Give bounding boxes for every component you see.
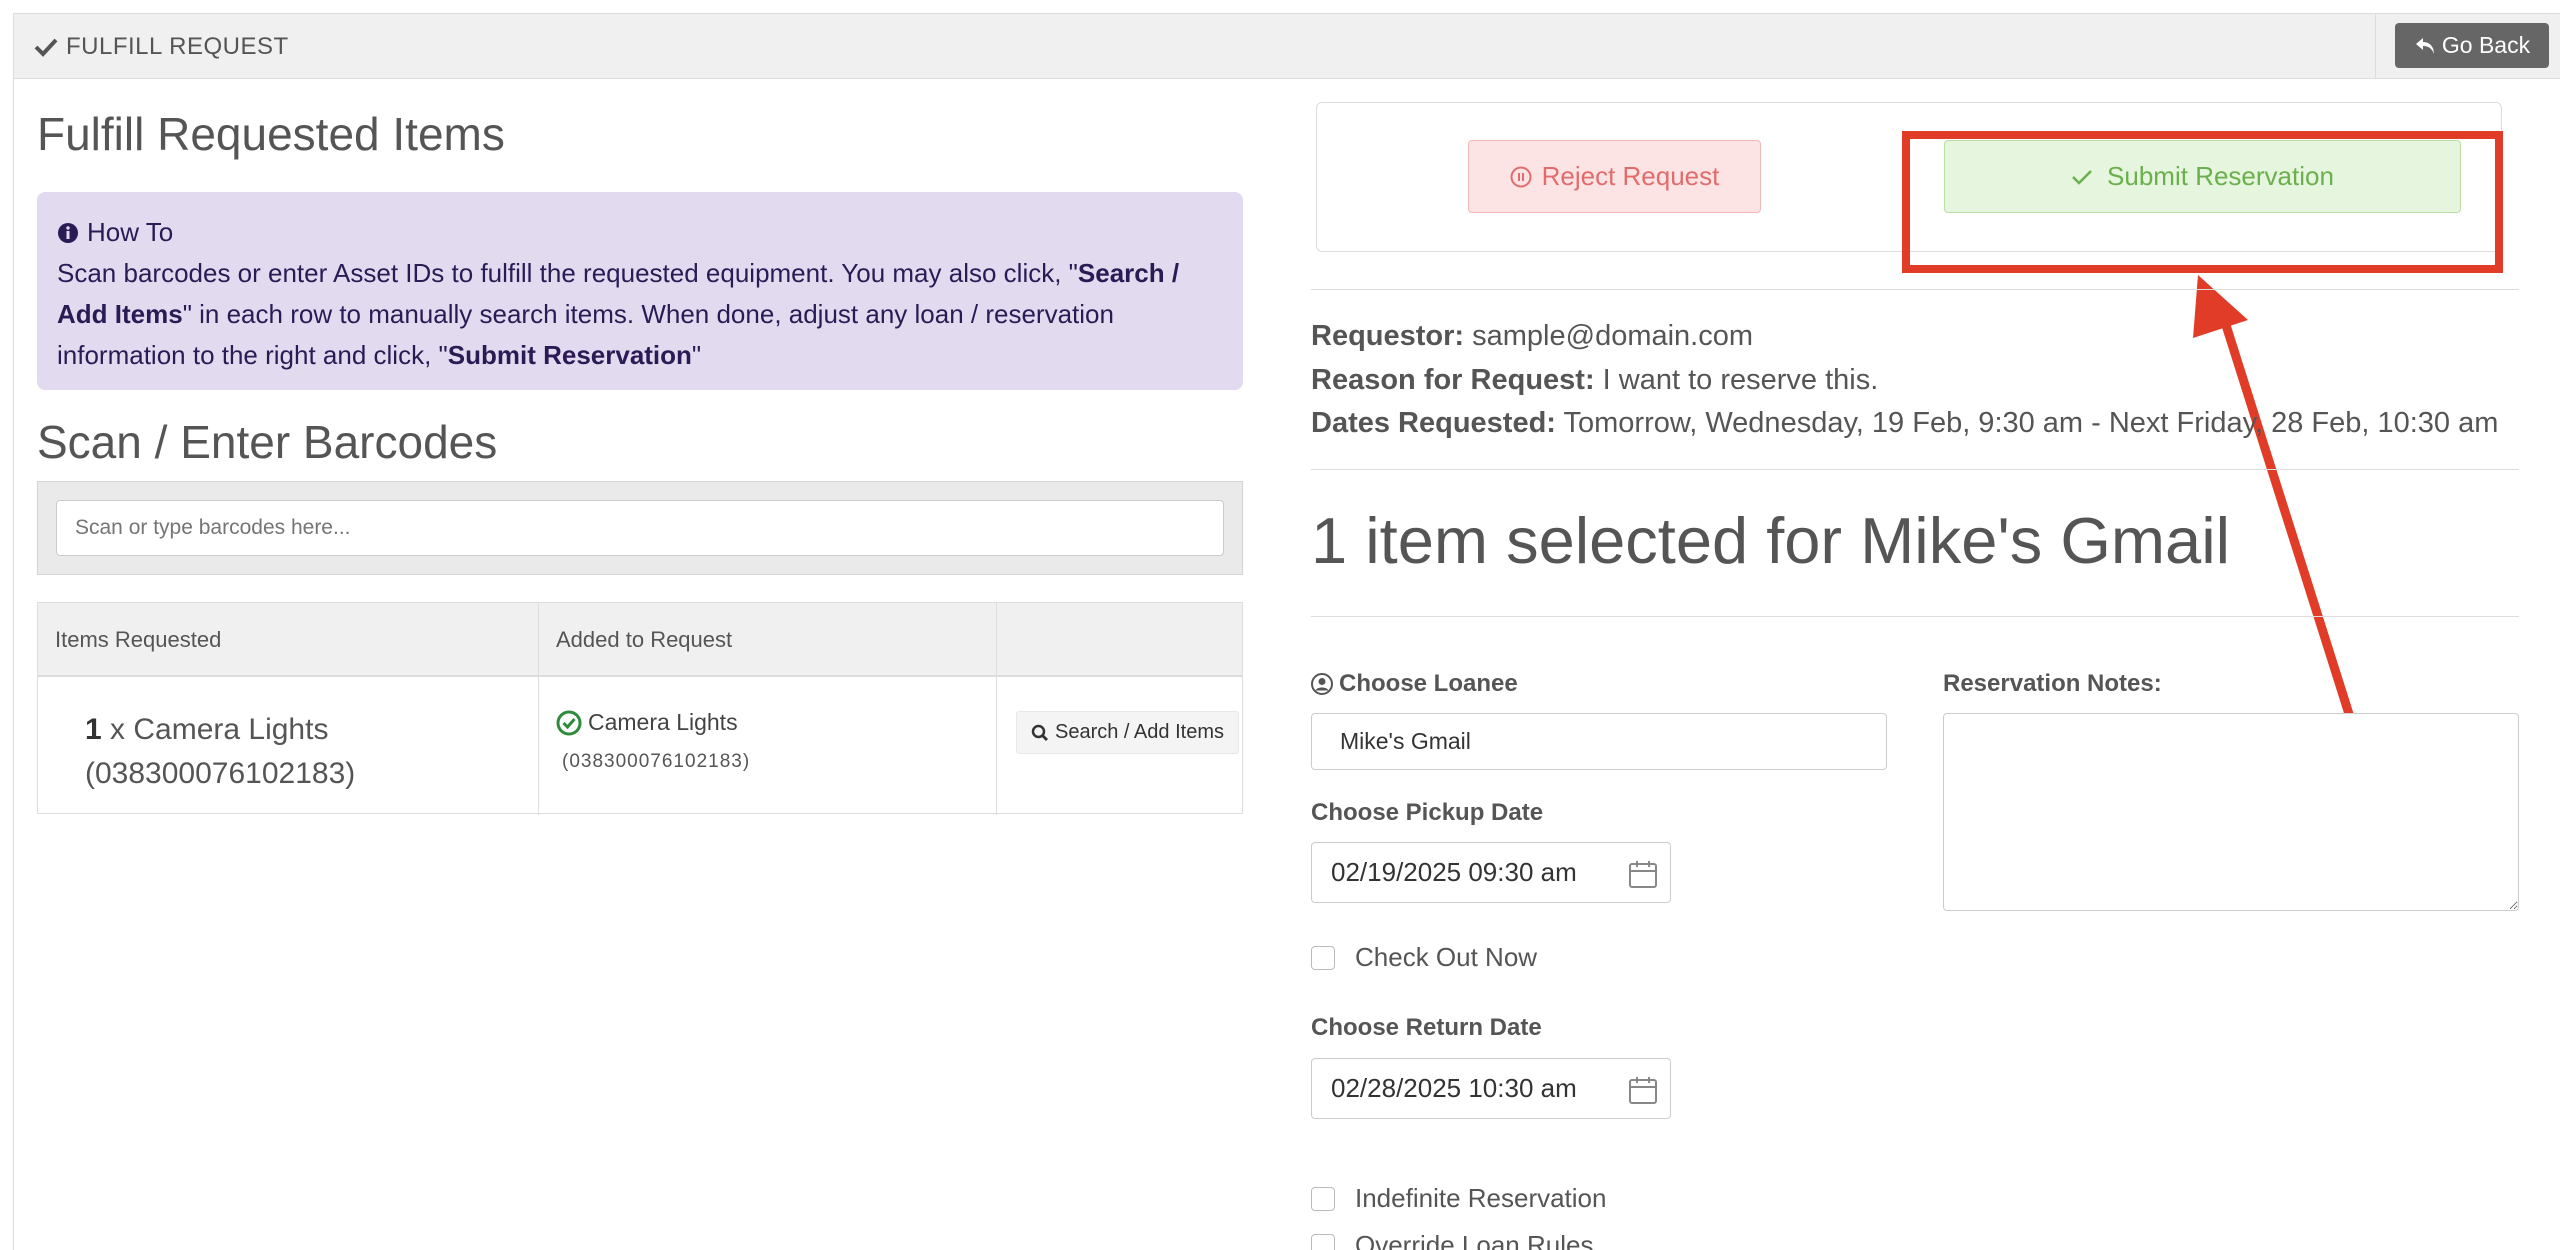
indefinite-reservation-checkbox[interactable] [1311,1186,1335,1211]
return-date-field[interactable]: 02/28/2025 10:30 am [1311,1058,1671,1119]
notes-label: Reservation Notes: [1943,670,2162,697]
indefinite-reservation-label: Indefinite Reservation [1355,1183,1607,1213]
indefinite-reservation-row[interactable]: Indefinite Reservation [1311,1183,1606,1214]
dates-line: Dates Requested: Tomorrow, Wednesday, 19… [1311,407,2499,439]
loanee-label: Choose Loanee [1311,670,1518,698]
requestor-line: Requestor: sample@domain.com [1311,320,1754,352]
override-loan-rules-row[interactable]: Override Loan Rules [1311,1230,1593,1250]
override-loan-rules-label: Override Loan Rules [1355,1230,1594,1250]
loanee-field[interactable]: Mike's Gmail [1311,713,1887,770]
pickup-label: Choose Pickup Date [1311,799,1544,826]
override-loan-rules-checkbox[interactable] [1311,1233,1335,1250]
annotation-arrow [2193,275,2360,735]
divider [1311,616,2519,617]
reservation-notes-textarea[interactable] [1943,713,2519,911]
pickup-date-value: 02/19/2025 09:30 am [1331,857,1577,887]
dates-value: Tomorrow, Wednesday, 19 Feb, 9:30 am - N… [1563,407,2499,439]
divider [1311,289,2519,290]
return-label: Choose Return Date [1311,1014,1542,1041]
pickup-date-field[interactable]: 02/19/2025 09:30 am [1311,842,1671,903]
requestor-value: sample@domain.com [1472,320,1754,352]
check-out-now-checkbox[interactable] [1311,945,1335,970]
calendar-icon[interactable] [1628,1075,1658,1105]
check-out-now-row[interactable]: Check Out Now [1311,942,1537,973]
reason-value: I want to reserve this. [1602,364,1879,396]
calendar-icon[interactable] [1628,859,1658,889]
divider [1311,469,2519,470]
selected-items-title: 1 item selected for Mike's Gmail [1311,504,2231,577]
user-circle-icon [1311,673,1333,695]
return-date-value: 02/28/2025 10:30 am [1331,1073,1577,1103]
reason-line: Reason for Request: I want to reserve th… [1311,364,1879,396]
check-out-now-label: Check Out Now [1355,942,1538,972]
